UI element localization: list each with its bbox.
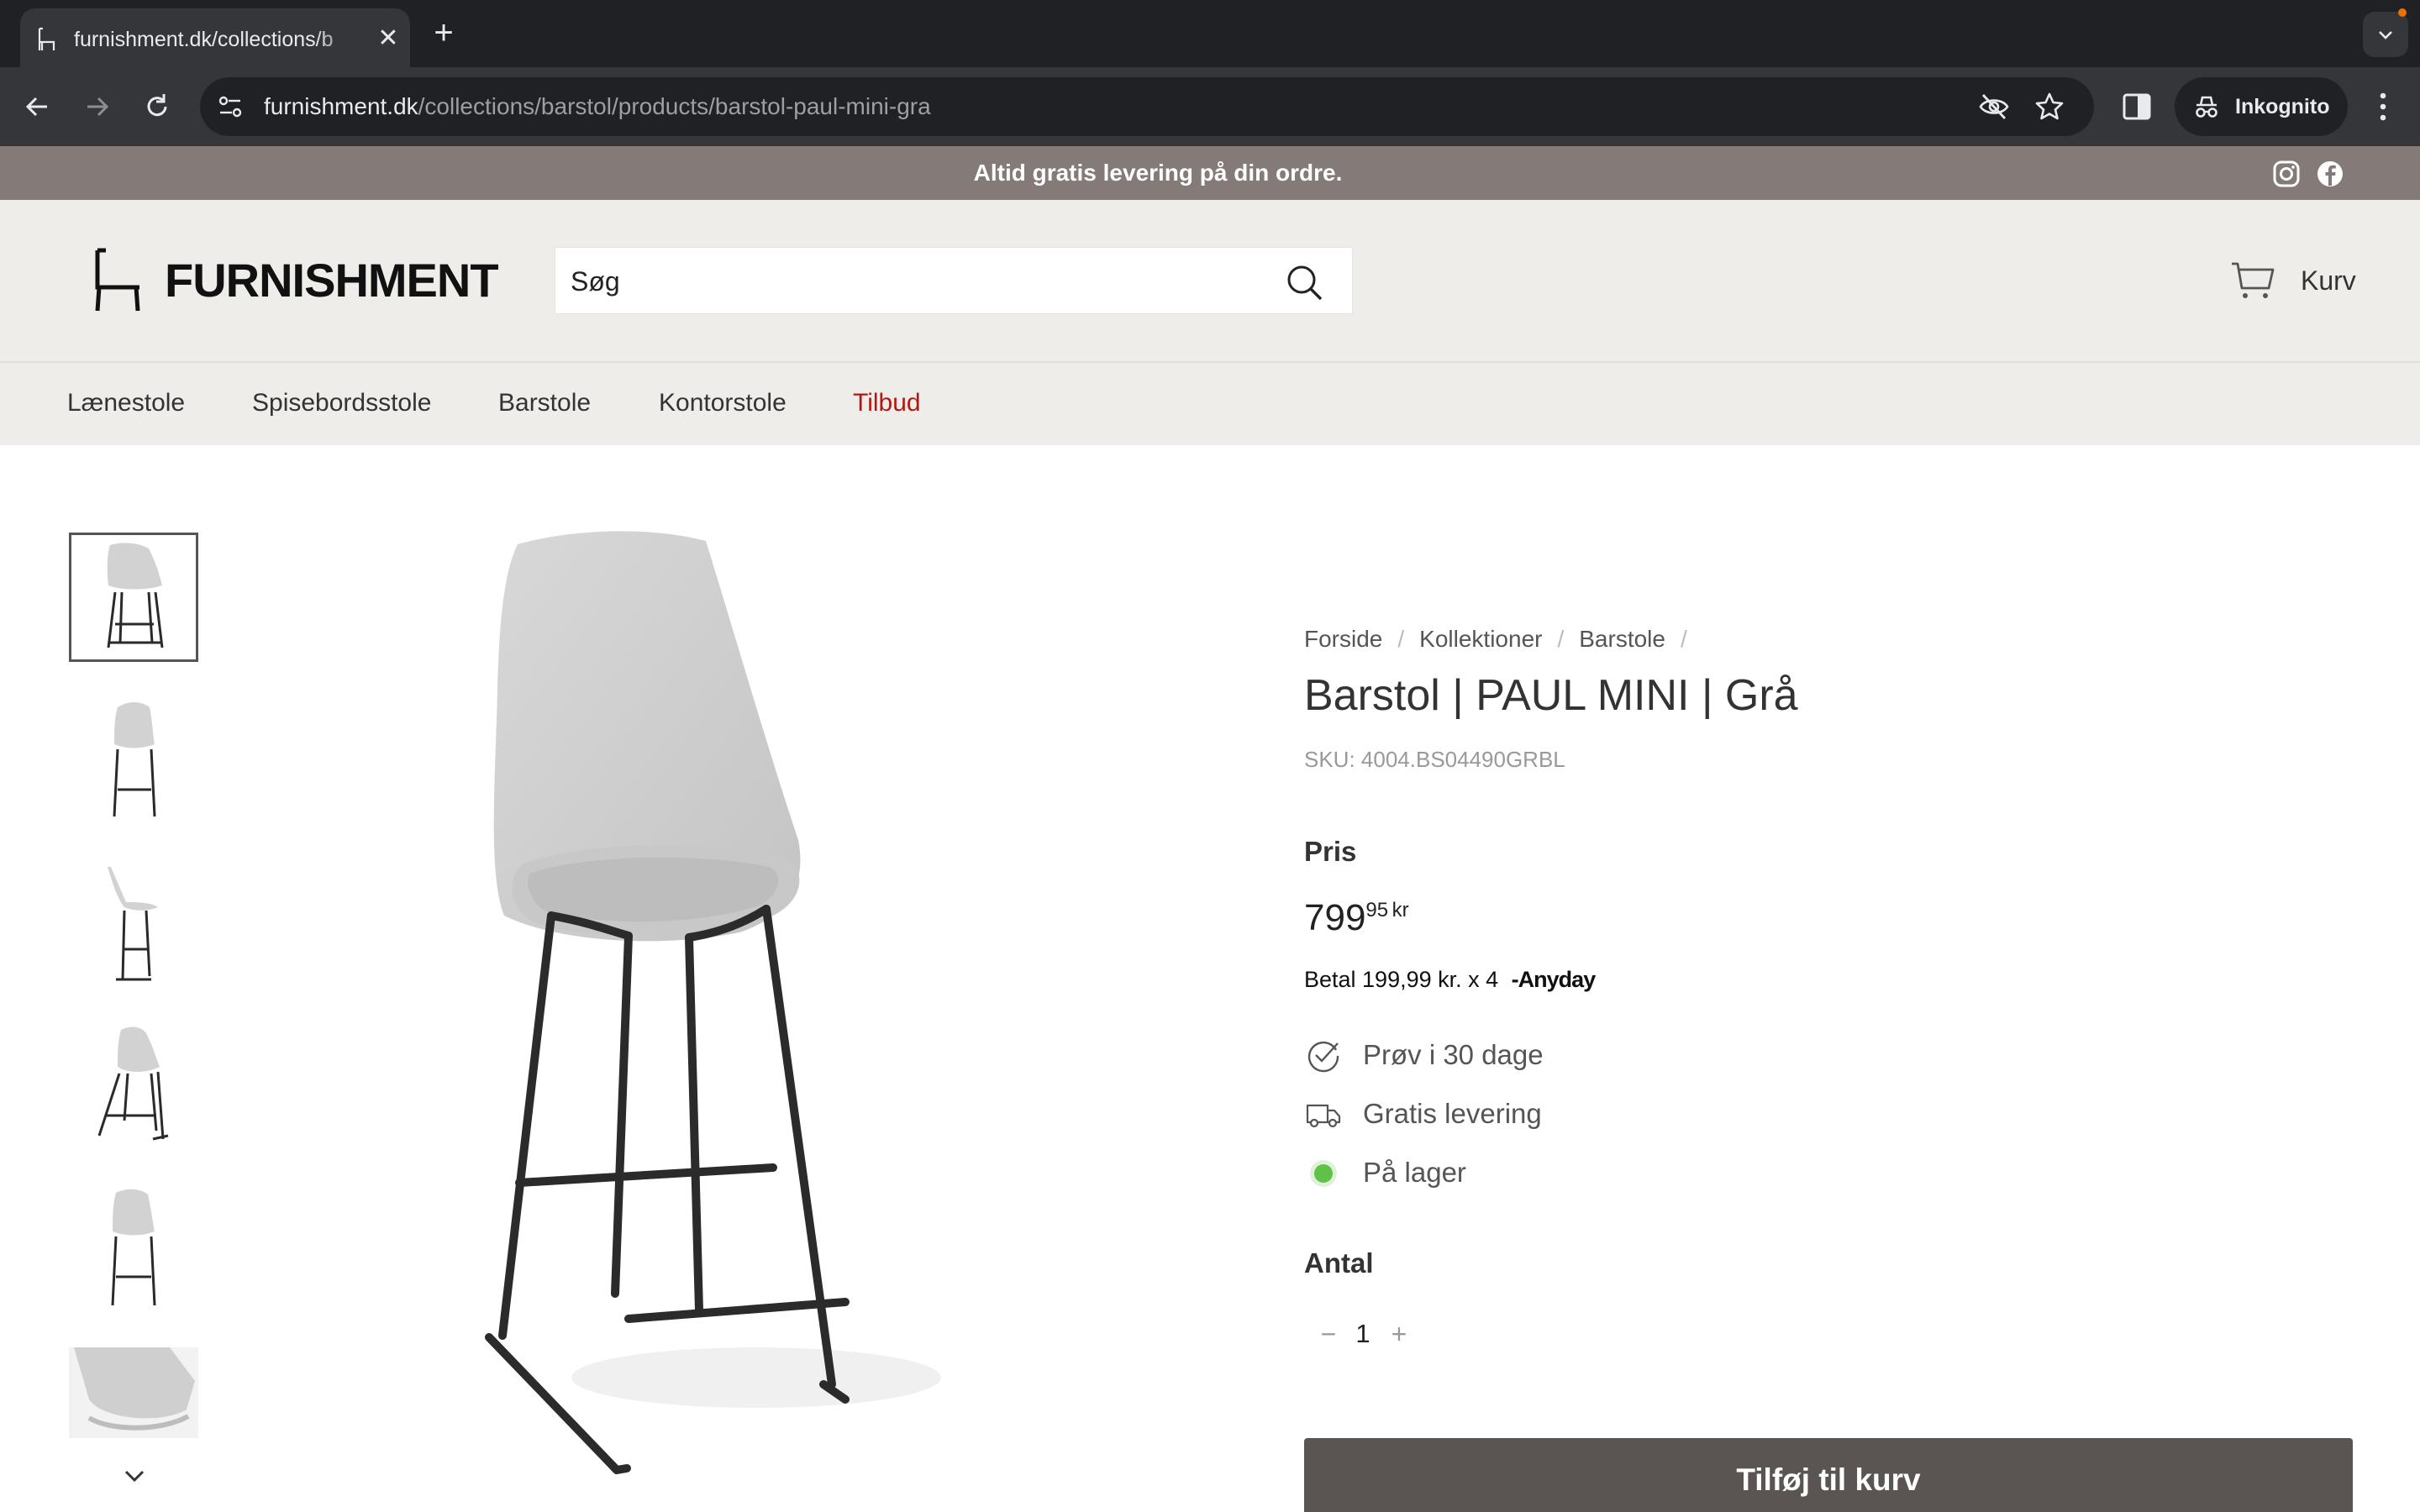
tab-title-fade xyxy=(314,20,365,57)
search-icon[interactable] xyxy=(1285,263,1323,302)
quantity-label: Antal xyxy=(1304,1247,1374,1278)
thumbnail-image xyxy=(69,1347,198,1438)
browser-tab-strip: furnishment.dk/collections/b ✕ + xyxy=(0,0,2420,67)
cart-label[interactable]: Kurv xyxy=(2301,264,2356,297)
forward-arrow-icon[interactable] xyxy=(77,87,116,126)
add-to-cart-button[interactable]: Tilføj til kurv xyxy=(1304,1438,2353,1512)
quantity-increase-button[interactable]: + xyxy=(1386,1319,1412,1349)
announcement-bar: Altid gratis levering på din ordre. xyxy=(0,146,2420,200)
quantity-input[interactable] xyxy=(1346,1317,1380,1351)
back-arrow-icon[interactable] xyxy=(18,87,57,126)
incognito-label: Inkognito xyxy=(2235,95,2330,118)
notification-dot xyxy=(2398,8,2407,17)
url-host: furnishment.dk xyxy=(264,93,418,119)
check-circle-icon xyxy=(1307,1041,1339,1073)
site-header: FURNISHMENT Kurv xyxy=(0,200,2420,363)
thumbnail-6[interactable] xyxy=(69,1347,198,1438)
chair-favicon-icon xyxy=(38,27,55,50)
anyday-text: Betal 199,99 kr. x 4 xyxy=(1304,967,1499,992)
browser-tab[interactable]: furnishment.dk/collections/b ✕ xyxy=(20,8,410,67)
main-navigation: Lænestole Spisebordsstole Barstole Konto… xyxy=(0,363,2420,445)
quantity-stepper: − + xyxy=(1316,1314,1417,1356)
thumbnail-image xyxy=(97,1026,169,1141)
product-title: Barstol | PAUL MINI | Grå xyxy=(1304,671,1798,720)
thumbnail-5[interactable] xyxy=(69,1184,198,1314)
breadcrumb-link-barstole[interactable]: Barstole xyxy=(1579,626,1665,652)
breadcrumb-link-forside[interactable]: Forside xyxy=(1304,626,1382,652)
new-tab-icon[interactable]: + xyxy=(429,16,459,50)
feature-in-stock: På lager xyxy=(1304,1151,1976,1193)
cart-icon[interactable] xyxy=(2230,260,2275,301)
side-panel-icon[interactable] xyxy=(2119,89,2154,124)
price-main: 799 xyxy=(1304,897,1366,938)
incognito-indicator[interactable]: Inkognito xyxy=(2175,77,2348,136)
feature-trial: Prøv i 30 dage xyxy=(1304,1033,1976,1075)
search-box xyxy=(555,247,1353,315)
price-currency: kr xyxy=(1392,899,1409,921)
feature-trial-label: Prøv i 30 dage xyxy=(1363,1039,1544,1070)
quantity-decrease-button[interactable]: − xyxy=(1316,1319,1341,1349)
nav-item-laenestole[interactable]: Lænestole xyxy=(67,386,185,420)
stock-status-dot xyxy=(1314,1164,1333,1183)
bookmark-star-icon[interactable] xyxy=(2033,91,2065,123)
nav-item-tilbud[interactable]: Tilbud xyxy=(853,386,921,420)
truck-icon xyxy=(1306,1104,1341,1128)
facebook-icon[interactable] xyxy=(2316,160,2344,188)
price-label: Pris xyxy=(1304,836,1357,867)
search-input[interactable] xyxy=(571,248,1260,315)
address-bar[interactable]: furnishment.dk/collections/barstol/produ… xyxy=(200,77,2094,136)
reload-icon[interactable] xyxy=(138,87,176,126)
thumbnail-image xyxy=(107,543,164,648)
breadcrumb-separator: / xyxy=(1557,626,1565,652)
product-sku: SKU: 4004.BS04490GRBL xyxy=(1304,747,1565,772)
instagram-icon[interactable] xyxy=(2272,160,2301,188)
tab-search-button[interactable] xyxy=(2363,12,2408,57)
chevron-down-icon[interactable] xyxy=(118,1463,151,1488)
thumbnail-image xyxy=(111,1189,156,1306)
thumbnail-4[interactable] xyxy=(69,1021,198,1151)
thumbnail-1[interactable] xyxy=(69,533,198,662)
product-main-image[interactable] xyxy=(437,521,1025,1512)
feature-in-stock-label: På lager xyxy=(1363,1157,1466,1188)
breadcrumb: Forside / Kollektioner / Barstole / xyxy=(1304,613,1702,665)
thumbnail-image xyxy=(113,702,156,817)
price-cents: 95 xyxy=(1365,899,1389,921)
incognito-icon xyxy=(2196,96,2217,118)
eye-off-icon[interactable] xyxy=(1978,92,2010,122)
url-text: furnishment.dk/collections/barstol/produ… xyxy=(264,92,931,122)
breadcrumb-separator: / xyxy=(1397,626,1405,652)
announcement-text: Altid gratis levering på din ordre. xyxy=(973,160,1343,186)
tab-close-icon[interactable]: ✕ xyxy=(373,24,403,54)
chevron-down-icon xyxy=(2379,31,2392,39)
nav-item-barstole[interactable]: Barstole xyxy=(498,386,591,420)
product-price: 79995 kr xyxy=(1304,887,1409,950)
chair-logo-icon[interactable] xyxy=(87,247,145,314)
thumbnail-3[interactable] xyxy=(69,858,198,988)
add-to-cart-label: Tilføj til kurv xyxy=(1736,1462,1921,1497)
site-info-icon[interactable] xyxy=(215,92,245,122)
anyday-logo: -Anyday xyxy=(1511,967,1597,992)
thumbnail-image xyxy=(108,867,158,981)
breadcrumb-link-kollektioner[interactable]: Kollektioner xyxy=(1419,626,1542,652)
feature-free-delivery-label: Gratis levering xyxy=(1363,1098,1542,1129)
anyday-installments[interactable]: Betal 199,99 kr. x 4 -Anyday xyxy=(1304,963,1597,996)
breadcrumb-separator: / xyxy=(1680,626,1687,652)
kebab-menu-icon[interactable] xyxy=(2368,86,2398,128)
nav-item-spisebordsstole[interactable]: Spisebordsstole xyxy=(252,386,431,420)
nav-item-kontorstole[interactable]: Kontorstole xyxy=(659,386,786,420)
thumbnail-2[interactable] xyxy=(69,696,198,825)
url-path: /collections/barstol/products/barstol-pa… xyxy=(418,93,931,119)
browser-toolbar: furnishment.dk/collections/barstol/produ… xyxy=(0,67,2420,146)
logo-text[interactable]: FURNISHMENT xyxy=(165,254,499,307)
feature-free-delivery: Gratis levering xyxy=(1304,1092,1976,1134)
